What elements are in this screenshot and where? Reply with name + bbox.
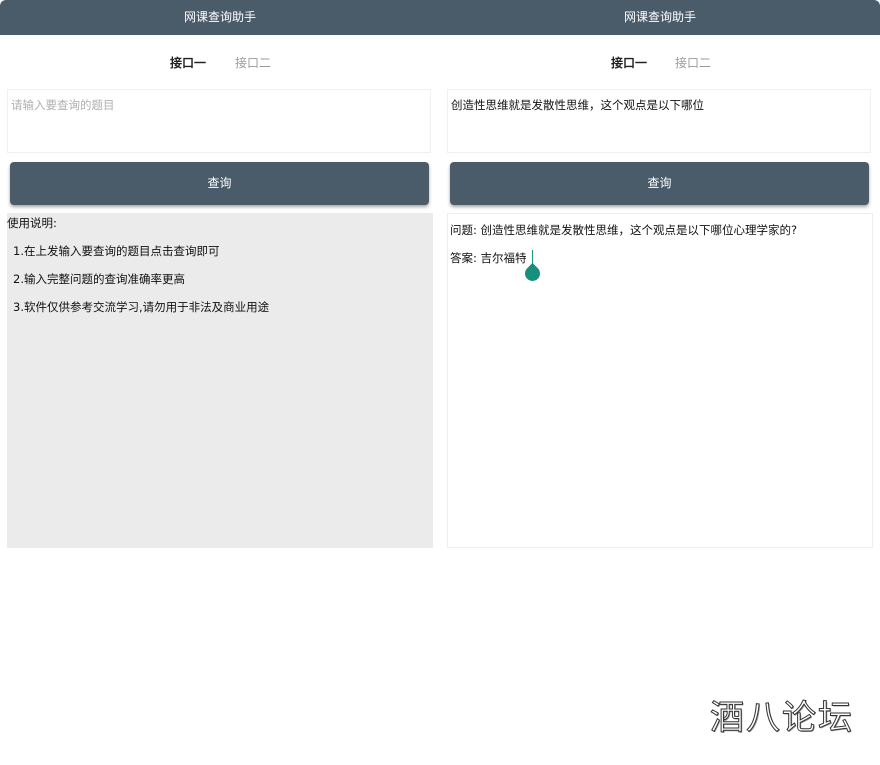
tab-interface-2[interactable]: 接口二 (675, 48, 711, 78)
app-bar: 网课查询助手 (440, 0, 880, 35)
help-item: 2.输入完整问题的查询准确率更高 (13, 272, 185, 286)
query-button[interactable]: 查询 (10, 162, 429, 205)
query-button[interactable]: 查询 (450, 162, 869, 205)
app-bar: 网课查询助手 (0, 0, 440, 35)
tab-interface-1[interactable]: 接口一 (170, 48, 206, 78)
help-item: 1.在上发输入要查询的题目点击查询即可 (13, 244, 220, 258)
question-input[interactable]: 创造性思维就是发散性思维，这个观点是以下哪位 (447, 89, 871, 153)
question-input-placeholder: 请输入要查询的题目 (11, 98, 115, 112)
help-title: 使用说明: (7, 216, 57, 230)
question-input[interactable]: 请输入要查询的题目 (7, 89, 431, 153)
interface-tabs: 接口一 接口二 (440, 48, 880, 78)
forum-watermark: 酒八论坛 (710, 698, 854, 739)
tab-interface-1[interactable]: 接口一 (611, 48, 647, 78)
help-item: 3.软件仅供参考交流学习,请勿用于非法及商业用途 (13, 300, 270, 314)
question-input-value: 创造性思维就是发散性思维，这个观点是以下哪位 (451, 98, 704, 112)
app-title: 网课查询助手 (183, 10, 256, 24)
result-answer[interactable]: 答案: 吉尔福特 (450, 250, 527, 266)
interface-tabs: 接口一 接口二 (0, 48, 440, 78)
result-question: 问题: 创造性思维就是发散性思维，这个观点是以下哪位心理学家的? (450, 223, 798, 237)
left-screen: 网课查询助手 接口一 接口二 请输入要查询的题目 查询 使用说明: 1.在上发输… (0, 0, 440, 765)
result-panel[interactable]: 问题: 创造性思维就是发散性思维，这个观点是以下哪位心理学家的? 答案: 吉尔福… (447, 213, 873, 548)
tab-interface-2[interactable]: 接口二 (235, 48, 271, 78)
selection-handle-icon[interactable] (521, 262, 544, 285)
right-screen: 网课查询助手 接口一 接口二 创造性思维就是发散性思维，这个观点是以下哪位 查询… (440, 0, 880, 765)
app-title: 网课查询助手 (623, 10, 696, 24)
help-panel: 使用说明: 1.在上发输入要查询的题目点击查询即可 2.输入完整问题的查询准确率… (7, 213, 433, 548)
